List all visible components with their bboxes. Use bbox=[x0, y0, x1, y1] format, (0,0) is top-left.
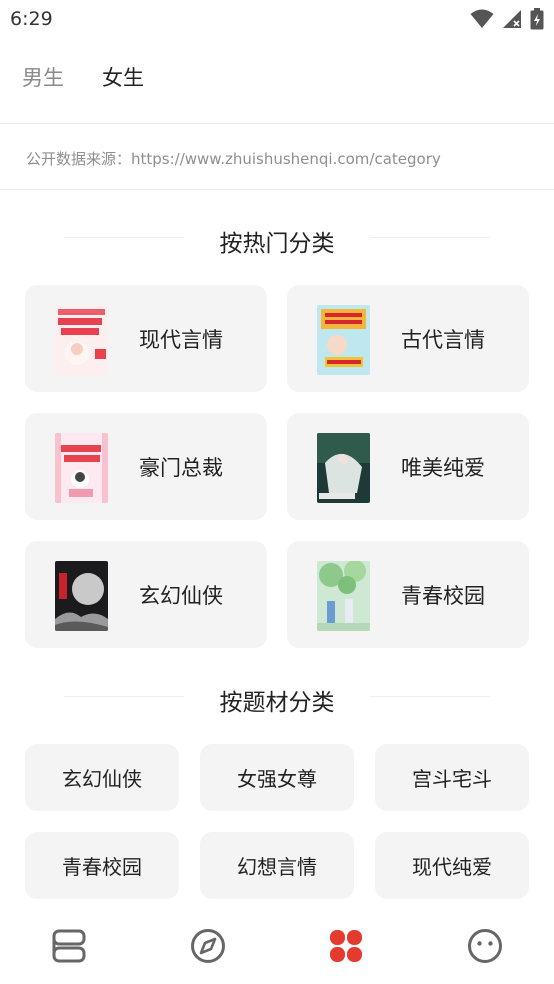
theme-chip[interactable]: 幻想言情 bbox=[200, 832, 354, 899]
book-cover-pure-love bbox=[317, 433, 370, 503]
hot-category-label: 唯美纯爱 bbox=[401, 456, 485, 480]
hot-category-label: 现代言情 bbox=[139, 328, 223, 352]
hot-section-title: 按热门分类 bbox=[219, 231, 335, 257]
theme-section-header: 按题材分类 bbox=[0, 677, 554, 717]
hot-category-card[interactable]: 玄幻仙侠 bbox=[25, 541, 267, 648]
gender-tabs: 男生 女生 bbox=[22, 62, 144, 92]
hot-category-label: 豪门总裁 bbox=[139, 456, 223, 480]
hot-category-label: 青春校园 bbox=[401, 584, 485, 608]
profile-icon bbox=[468, 929, 502, 963]
category-page: 6:29 男生 女生 公开数据来源：https://www.zhuishushe… bbox=[0, 0, 554, 984]
wifi-icon bbox=[470, 9, 494, 28]
nav-profile[interactable] bbox=[465, 926, 505, 966]
hot-category-card[interactable]: 唯美纯爱 bbox=[287, 413, 529, 520]
divider bbox=[0, 123, 554, 124]
theme-section-title: 按题材分类 bbox=[219, 690, 335, 716]
data-source-note: 公开数据来源：https://www.zhuishushenqi.com/cat… bbox=[26, 150, 441, 168]
theme-chip[interactable]: 现代纯爱 bbox=[375, 832, 529, 899]
nav-bookshelf[interactable] bbox=[49, 926, 89, 966]
nav-discover[interactable] bbox=[188, 926, 228, 966]
heading-line-right bbox=[370, 696, 490, 697]
theme-chip[interactable]: 玄幻仙侠 bbox=[25, 744, 179, 811]
book-cover-fantasy bbox=[55, 561, 108, 631]
status-icons bbox=[470, 8, 544, 30]
heading-line-right bbox=[370, 237, 490, 238]
hot-category-card[interactable]: 现代言情 bbox=[25, 285, 267, 392]
book-cover-campus bbox=[317, 561, 370, 631]
compass-icon bbox=[191, 929, 225, 963]
nav-category[interactable] bbox=[326, 926, 366, 966]
book-cover-modern-romance bbox=[55, 305, 108, 375]
tab-male[interactable]: 男生 bbox=[22, 62, 64, 92]
bottom-nav bbox=[0, 912, 554, 984]
theme-chip[interactable]: 青春校园 bbox=[25, 832, 179, 899]
divider bbox=[0, 189, 554, 190]
status-bar: 6:29 bbox=[0, 0, 554, 40]
hot-category-card[interactable]: 青春校园 bbox=[287, 541, 529, 648]
theme-chip[interactable]: 女强女尊 bbox=[200, 744, 354, 811]
signal-icon bbox=[503, 10, 521, 28]
hot-category-label: 古代言情 bbox=[401, 328, 485, 352]
hot-section-header: 按热门分类 bbox=[0, 218, 554, 258]
tab-female[interactable]: 女生 bbox=[102, 62, 144, 92]
status-time: 6:29 bbox=[10, 8, 53, 30]
book-cover-ancient-romance bbox=[317, 305, 370, 375]
battery-icon bbox=[530, 8, 544, 30]
book-cover-ceo bbox=[55, 433, 108, 503]
bookshelf-icon bbox=[52, 929, 86, 963]
theme-chip[interactable]: 宫斗宅斗 bbox=[375, 744, 529, 811]
hot-category-card[interactable]: 豪门总裁 bbox=[25, 413, 267, 520]
hot-category-card[interactable]: 古代言情 bbox=[287, 285, 529, 392]
hot-category-label: 玄幻仙侠 bbox=[139, 584, 223, 608]
category-icon bbox=[330, 930, 362, 962]
